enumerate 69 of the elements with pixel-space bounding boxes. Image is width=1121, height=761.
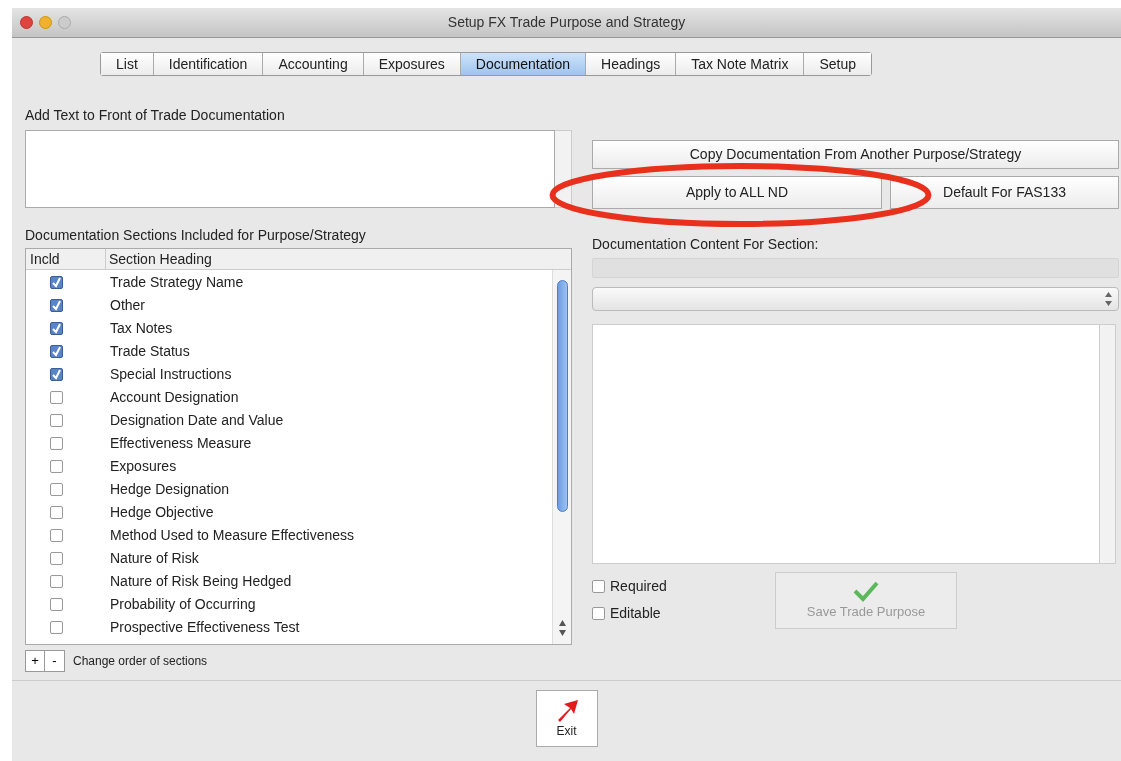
copy-button[interactable]: Copy Documentation From Another Purpose/Strategy [592,140,1119,169]
checkbox[interactable] [49,598,63,611]
scroll-up-icon[interactable] [558,620,566,626]
table-cell[interactable]: Account Designation [106,387,239,408]
tab[interactable]: Tax Note Matrix [675,53,804,75]
text-area[interactable] [25,130,555,208]
section-label: Documentation Content For Section: [592,235,820,253]
checkbox[interactable] [49,529,63,542]
checkbox[interactable] [49,621,63,634]
checkbox[interactable] [49,552,63,565]
close-icon[interactable] [20,16,33,29]
table-cell[interactable]: Designation Date and Value [106,410,284,431]
tab[interactable]: Setup [803,53,871,75]
table-cell[interactable]: Hedge Designation [106,479,230,500]
checkbox[interactable] [49,414,63,427]
checkbox[interactable] [49,322,63,335]
table-cell[interactable]: Trade Status [106,341,190,362]
scrollbar-thumb[interactable] [556,280,568,512]
table-cell[interactable]: Probability of Occurring [106,594,256,615]
column-header[interactable]: Section Heading [106,249,571,269]
table-cell[interactable]: Prospective Effectiveness Test [106,617,300,638]
table-cell[interactable]: Special Instructions [106,364,232,385]
column-header[interactable]: Incld [26,249,106,269]
add-button[interactable]: + [25,650,45,672]
scrollbar[interactable] [552,270,571,644]
exit-button[interactable]: Exit [535,690,598,747]
checkbox[interactable] [49,437,63,450]
table-cell[interactable]: Nature of Risk Being Hedged [106,571,292,592]
checkbox[interactable] [49,299,63,312]
zoom-icon[interactable] [58,16,71,29]
checkmark-icon [852,579,880,602]
table-cell[interactable]: Method Used to Measure Effectiveness [106,525,355,546]
checkbox[interactable] [49,575,63,588]
table-cell[interactable]: Hedge Objective [106,502,214,523]
checkbox[interactable] [592,607,605,620]
default-button[interactable]: Default For FAS133 [890,176,1119,209]
tab[interactable]: Identification [152,53,263,75]
tab[interactable]: Headings [585,53,676,75]
checkbox[interactable] [49,391,63,404]
remove-button[interactable]: - [45,650,65,672]
tab[interactable]: Exposures [362,53,460,75]
checkbox-label[interactable]: Required [610,576,667,597]
table-cell[interactable]: Nature of Risk [106,548,199,569]
checkbox[interactable] [49,460,63,473]
stepper-icon [1105,292,1112,306]
table-cell[interactable]: Other [106,295,145,316]
apply-button[interactable]: Apply to ALL ND [592,176,882,209]
section-label: Documentation Sections Included for Purpose/Strategy [25,226,367,244]
table-cell[interactable]: Effectiveness Measure [106,433,252,454]
table-cell[interactable]: Trade Strategy Name [106,272,244,293]
tab[interactable]: Accounting [262,53,363,75]
section-label: Add Text to Front of Trade Documentation [25,106,286,124]
checkbox[interactable] [49,276,63,289]
checkbox[interactable] [49,345,63,358]
checkbox-label[interactable]: Editable [610,603,661,624]
window-title: Setup FX Trade Purpose and Strategy [446,13,687,32]
dropdown[interactable] [592,287,1119,311]
checkbox[interactable] [592,580,605,593]
minimize-icon[interactable] [39,16,52,29]
tab[interactable]: Documentation [459,53,585,75]
checkbox[interactable] [49,368,63,381]
table-cell[interactable]: Exposures [106,456,177,477]
checkbox[interactable] [49,483,63,496]
table-cell[interactable]: Tax Notes [106,318,173,339]
scrollbar[interactable] [1100,324,1116,564]
hint-text: Change order of sections [73,653,208,670]
scroll-down-icon[interactable] [558,630,566,636]
tab[interactable]: List [101,53,153,75]
checkbox[interactable] [49,506,63,519]
